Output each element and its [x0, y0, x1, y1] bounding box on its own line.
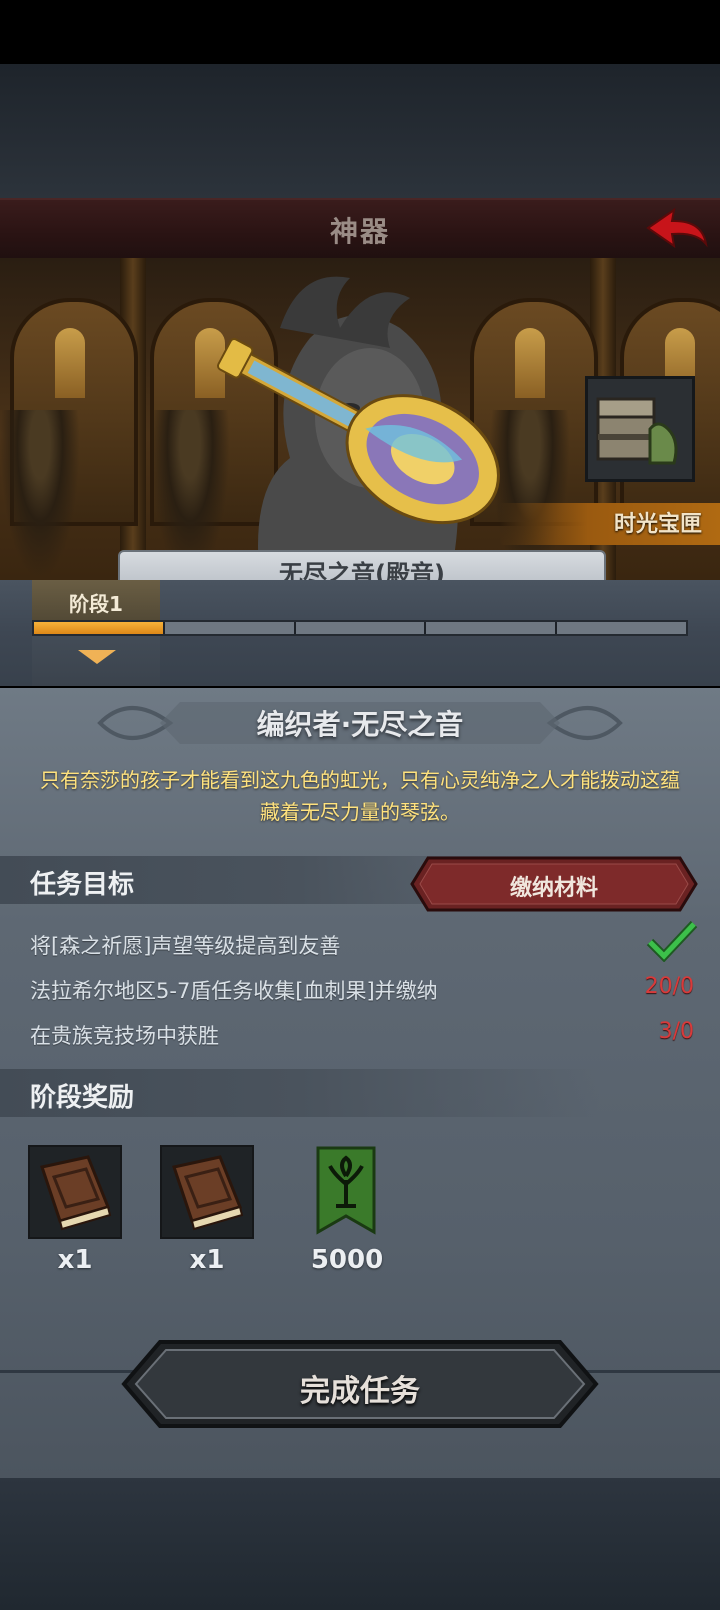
task-2-text: 法拉希尔地区5-7盾任务收集[血刺果]并缴纳 — [30, 979, 438, 1003]
book-icon — [172, 1155, 244, 1231]
stage-segment — [295, 622, 427, 634]
artifact-title: 编织者·无尽之音 — [256, 708, 464, 741]
reward-book-1[interactable] — [28, 1145, 122, 1239]
artifact-name-plate: 无尽之音(殿音) — [118, 550, 606, 580]
window — [55, 328, 85, 398]
task-2-progress: 20/0 — [644, 974, 694, 999]
reward-3-count: 5000 — [310, 1245, 384, 1275]
reward-1-count: x1 — [57, 1245, 93, 1275]
book-icon — [40, 1155, 112, 1231]
check-icon — [646, 920, 698, 962]
lute-artifact-icon — [216, 337, 500, 525]
guard-figure — [0, 410, 80, 580]
submit-materials-label: 缴纳材料 — [509, 876, 598, 901]
time-chest-button[interactable] — [585, 376, 695, 482]
chest-label: 时光宝匣 — [613, 512, 702, 537]
artifact-scene: 时光宝匣 无尽之音(殿音) — [0, 258, 720, 580]
stage-tab-label: 阶段1 — [69, 592, 123, 616]
task-section-title: 任务目标 — [30, 870, 135, 900]
reward-section-header: 阶段奖励 — [0, 1069, 600, 1117]
chest-icon — [596, 397, 678, 465]
stage-progress-bar — [32, 620, 688, 636]
window — [515, 328, 545, 398]
task-3-text: 在贵族竞技场中获胜 — [30, 1024, 219, 1048]
reward-book-2[interactable] — [160, 1145, 254, 1239]
artifact-name-partial: 无尽之音(殿音) — [279, 560, 445, 580]
reward-section-title: 阶段奖励 — [30, 1083, 135, 1113]
stage-tab[interactable]: 阶段1 — [32, 580, 160, 620]
stage-segment — [426, 622, 558, 634]
back-arrow-icon[interactable] — [642, 204, 712, 254]
page-title: 神器 — [329, 215, 390, 248]
status-bar-area — [0, 0, 720, 64]
complete-task-label: 完成任务 — [300, 1374, 420, 1409]
bottom-area — [0, 1478, 720, 1610]
task-1-text: 将[森之祈愿]声望等级提高到友善 — [30, 934, 341, 958]
artifact-description: 只有奈莎的孩子才能看到这九色的虹光，只有心灵纯净之人才能拨动这蕴藏着无尽力量的琴… — [40, 768, 680, 824]
reward-2-count: x1 — [189, 1245, 225, 1275]
stage-segment — [164, 622, 296, 634]
stage-segment — [557, 622, 686, 634]
header-bar: 神器 — [0, 198, 720, 260]
stage-marker-icon — [78, 650, 116, 664]
stage-segment — [34, 622, 165, 634]
task-3-progress: 3/0 — [658, 1019, 694, 1044]
tree-banner-icon[interactable] — [316, 1146, 376, 1236]
stage-progress-area: 阶段1 — [0, 580, 720, 686]
top-background — [0, 64, 720, 198]
